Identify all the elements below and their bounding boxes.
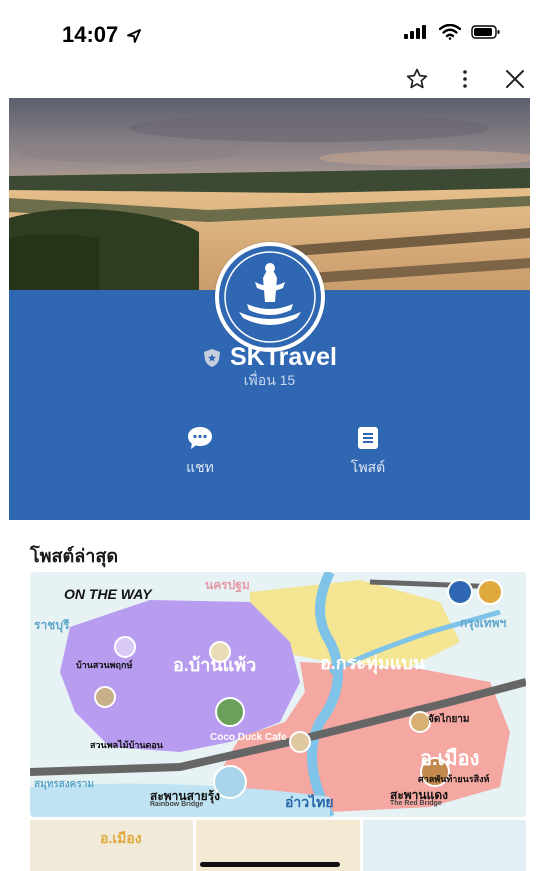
place-label-jatkaiyam: จัดไกยาม [428,714,470,725]
place-label-red-bridge-en: The Red Bridge [390,800,442,807]
shield-star-icon [203,348,220,367]
thumbnail-label: อ.เมือง [100,830,142,846]
district-label-krathumbaen: อ.กระทุ่มแบน [320,653,426,673]
district-label-mueang: อ.เมือง [420,748,480,770]
place-label-shrine: ศาลพันท้ายนรสิงห์ [418,774,490,784]
post-thumbnail[interactable] [362,820,526,871]
latest-posts-title: โพสต์ล่าสุด [30,546,119,566]
place-label-gulf: อ่าวไทย [285,794,334,810]
close-icon [506,70,524,88]
place-label-rainbow-bridge-en: Rainbow Bridge [150,801,204,808]
friends-count: เพื่อน 15 [243,372,296,388]
location-arrow-icon [127,29,142,44]
battery-icon [471,25,500,39]
chat-bubble-icon [188,427,212,449]
neighbor-label-samutsongkhram: สมุทรสงคราม [34,779,94,790]
top-toolbar [0,60,539,98]
post-label: โพสต์ [350,459,386,475]
place-label-baansuan: บ้านสวนพฤกษ์ [76,660,133,670]
chat-action[interactable]: แชท [170,425,230,479]
status-bar: 14:07 [0,0,539,60]
neighbor-label-ratchaburi: ราชบุรี [34,618,70,632]
post-list-icon [358,427,378,449]
place-label-coco-duck: Coco Duck Cafe [210,732,287,743]
profile-name-row: SKTravel [0,343,539,372]
post-action[interactable]: โพสต์ [338,425,398,479]
star-icon [406,68,428,89]
place-label-fruit-garden: สวนพลไม้บ้านดอน [90,740,163,750]
profile-logo[interactable] [215,242,325,352]
signal-icon [404,25,426,39]
favorite-button[interactable] [400,62,434,96]
post-image-map[interactable]: ON THE WAY อ.บ้านแพ้ว อ.กระทุ่มแบน อ.เมื… [30,572,526,817]
more-vertical-icon [463,70,467,88]
wifi-icon [439,24,461,40]
status-time: 14:07 [62,22,142,48]
chat-label: แชท [186,459,214,475]
map-banner: ON THE WAY [64,586,152,602]
neighbor-label-bangkok: กรุงเทพฯ [460,616,507,630]
clock-text: 14:07 [62,22,119,47]
district-label-banphaeo: อ.บ้านแพ้ว [173,655,257,675]
close-button[interactable] [498,62,532,96]
post-thumbnail[interactable]: อ.เมือง [30,820,194,871]
neighbor-label-nakhonpathom: นครปฐม [205,578,250,592]
more-options-button[interactable] [448,62,482,96]
status-indicators [403,24,501,40]
home-indicator[interactable] [200,862,340,867]
profile-name: SKTravel [229,343,337,371]
